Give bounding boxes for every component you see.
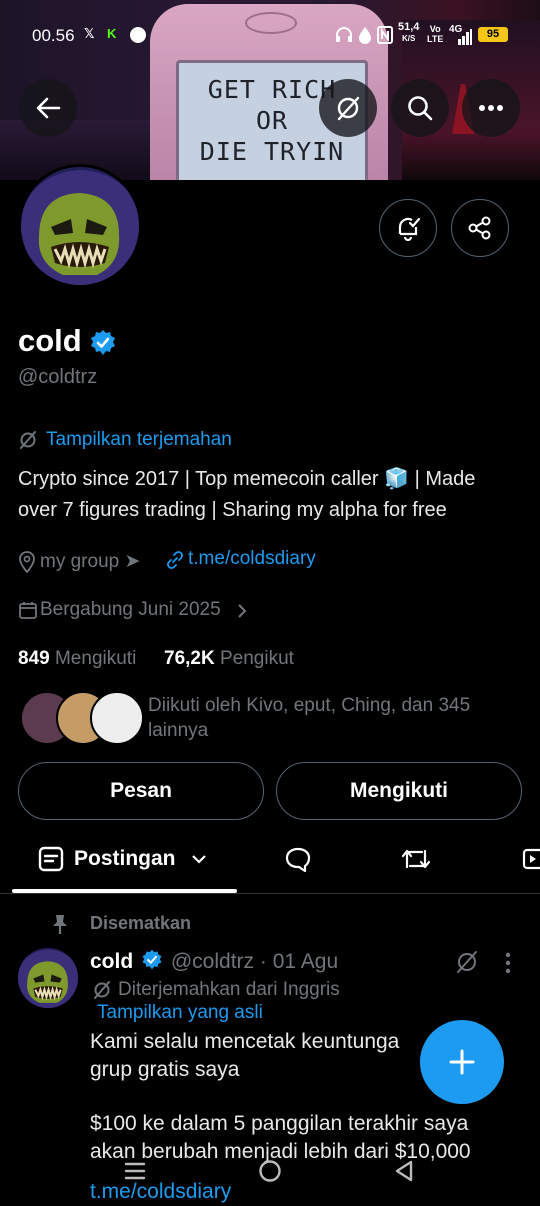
battery-indicator: 95: [478, 27, 508, 42]
followers-count-link[interactable]: 76,2K Pengikut: [164, 648, 294, 670]
follower-avatar: [90, 691, 144, 745]
app-icon: [130, 27, 146, 43]
pin-icon: [53, 915, 67, 934]
status-bar: 00.56 𝕏 K 51,4 K/S Vo LTE 4G 95: [0, 0, 540, 72]
profile-avatar[interactable]: [18, 164, 142, 288]
tab-posts[interactable]: Postingan: [38, 843, 208, 875]
tabs-divider: [0, 893, 540, 894]
grok-icon[interactable]: [455, 950, 479, 974]
x-icon: 𝕏: [84, 26, 95, 41]
volte-label: Vo LTE: [427, 24, 444, 44]
message-button[interactable]: Pesan: [18, 762, 264, 820]
post-author-avatar[interactable]: [18, 948, 78, 1008]
bell-check-icon: [398, 217, 421, 241]
kick-icon: K: [107, 26, 117, 41]
more-horizontal-icon: [479, 105, 503, 111]
notifications-button[interactable]: [379, 199, 437, 257]
location-icon: [19, 551, 35, 573]
profile-name: cold: [18, 323, 82, 359]
data-saver-icon: [359, 27, 371, 44]
search-button[interactable]: [391, 79, 449, 137]
back-nav-icon[interactable]: [393, 1159, 415, 1183]
more-options-button[interactable]: [462, 79, 520, 137]
post-header: cold @coldtrz · 01 Agu: [90, 949, 339, 973]
calendar-icon: [19, 602, 37, 619]
sign-line-3: DIE TRYIN: [199, 137, 345, 166]
post-author-name[interactable]: cold: [90, 950, 133, 973]
link-icon: [167, 551, 183, 569]
system-nav-bar: [0, 1145, 540, 1200]
search-icon: [408, 96, 433, 121]
chevron-down-icon: [191, 855, 206, 864]
translate-bio-link[interactable]: Tampilkan terjemahan: [46, 429, 232, 451]
nfc-icon: [377, 26, 393, 44]
profile-joined-date[interactable]: Bergabung Juni 2025: [40, 599, 221, 621]
profile-location: my group ➤: [40, 551, 141, 572]
profile-website-link[interactable]: t.me/coldsdiary: [188, 548, 316, 570]
post-more-icon[interactable]: [504, 952, 512, 974]
share-icon: [468, 216, 491, 240]
avatar-image: [21, 167, 139, 285]
post-date[interactable]: 01 Agu: [273, 950, 338, 973]
avatar-image: [18, 948, 78, 1008]
grok-icon: [337, 96, 360, 121]
tab-reposts[interactable]: [400, 845, 432, 873]
tab-replies[interactable]: [284, 845, 312, 873]
translate-button[interactable]: [319, 79, 377, 137]
pinned-label: Disematkan: [90, 913, 192, 933]
recents-icon[interactable]: [124, 1160, 146, 1182]
profile-bio: Crypto since 2017 | Top memecoin caller …: [18, 468, 476, 521]
post-author-handle[interactable]: @coldtrz: [171, 950, 254, 973]
profile-name-text: cold: [18, 323, 82, 358]
post-icon: [38, 846, 64, 872]
status-time: 00.56: [32, 26, 75, 45]
verified-badge-icon: [142, 949, 162, 970]
signal-icon: [458, 29, 472, 45]
share-button[interactable]: [451, 199, 509, 257]
profile-handle: @coldtrz: [18, 366, 98, 388]
headphones-icon: [336, 27, 352, 42]
net-speed: 51,4 K/S: [398, 21, 420, 44]
home-icon[interactable]: [258, 1159, 282, 1183]
following-button[interactable]: Mengikuti: [276, 762, 522, 820]
translated-from-label: Diterjemahkan dari Inggris: [118, 979, 340, 1000]
arrow-left-icon: [36, 97, 61, 119]
grok-icon: [20, 431, 36, 449]
chevron-right-icon: [238, 604, 247, 618]
compose-button[interactable]: [420, 1020, 504, 1104]
verified-badge-icon[interactable]: [89, 329, 117, 357]
back-button[interactable]: [19, 79, 77, 137]
tab-media[interactable]: [522, 845, 540, 873]
grok-icon: [94, 981, 110, 999]
tab-posts-label: Postingan: [74, 847, 176, 870]
followed-by-text[interactable]: Diikuti oleh Kivo, eput, Ching, dan 345 …: [148, 693, 508, 743]
following-count-link[interactable]: 849 Mengikuti: [18, 648, 136, 670]
show-original-link[interactable]: Tampilkan yang asli: [97, 1002, 263, 1024]
plus-icon: [449, 1049, 475, 1075]
